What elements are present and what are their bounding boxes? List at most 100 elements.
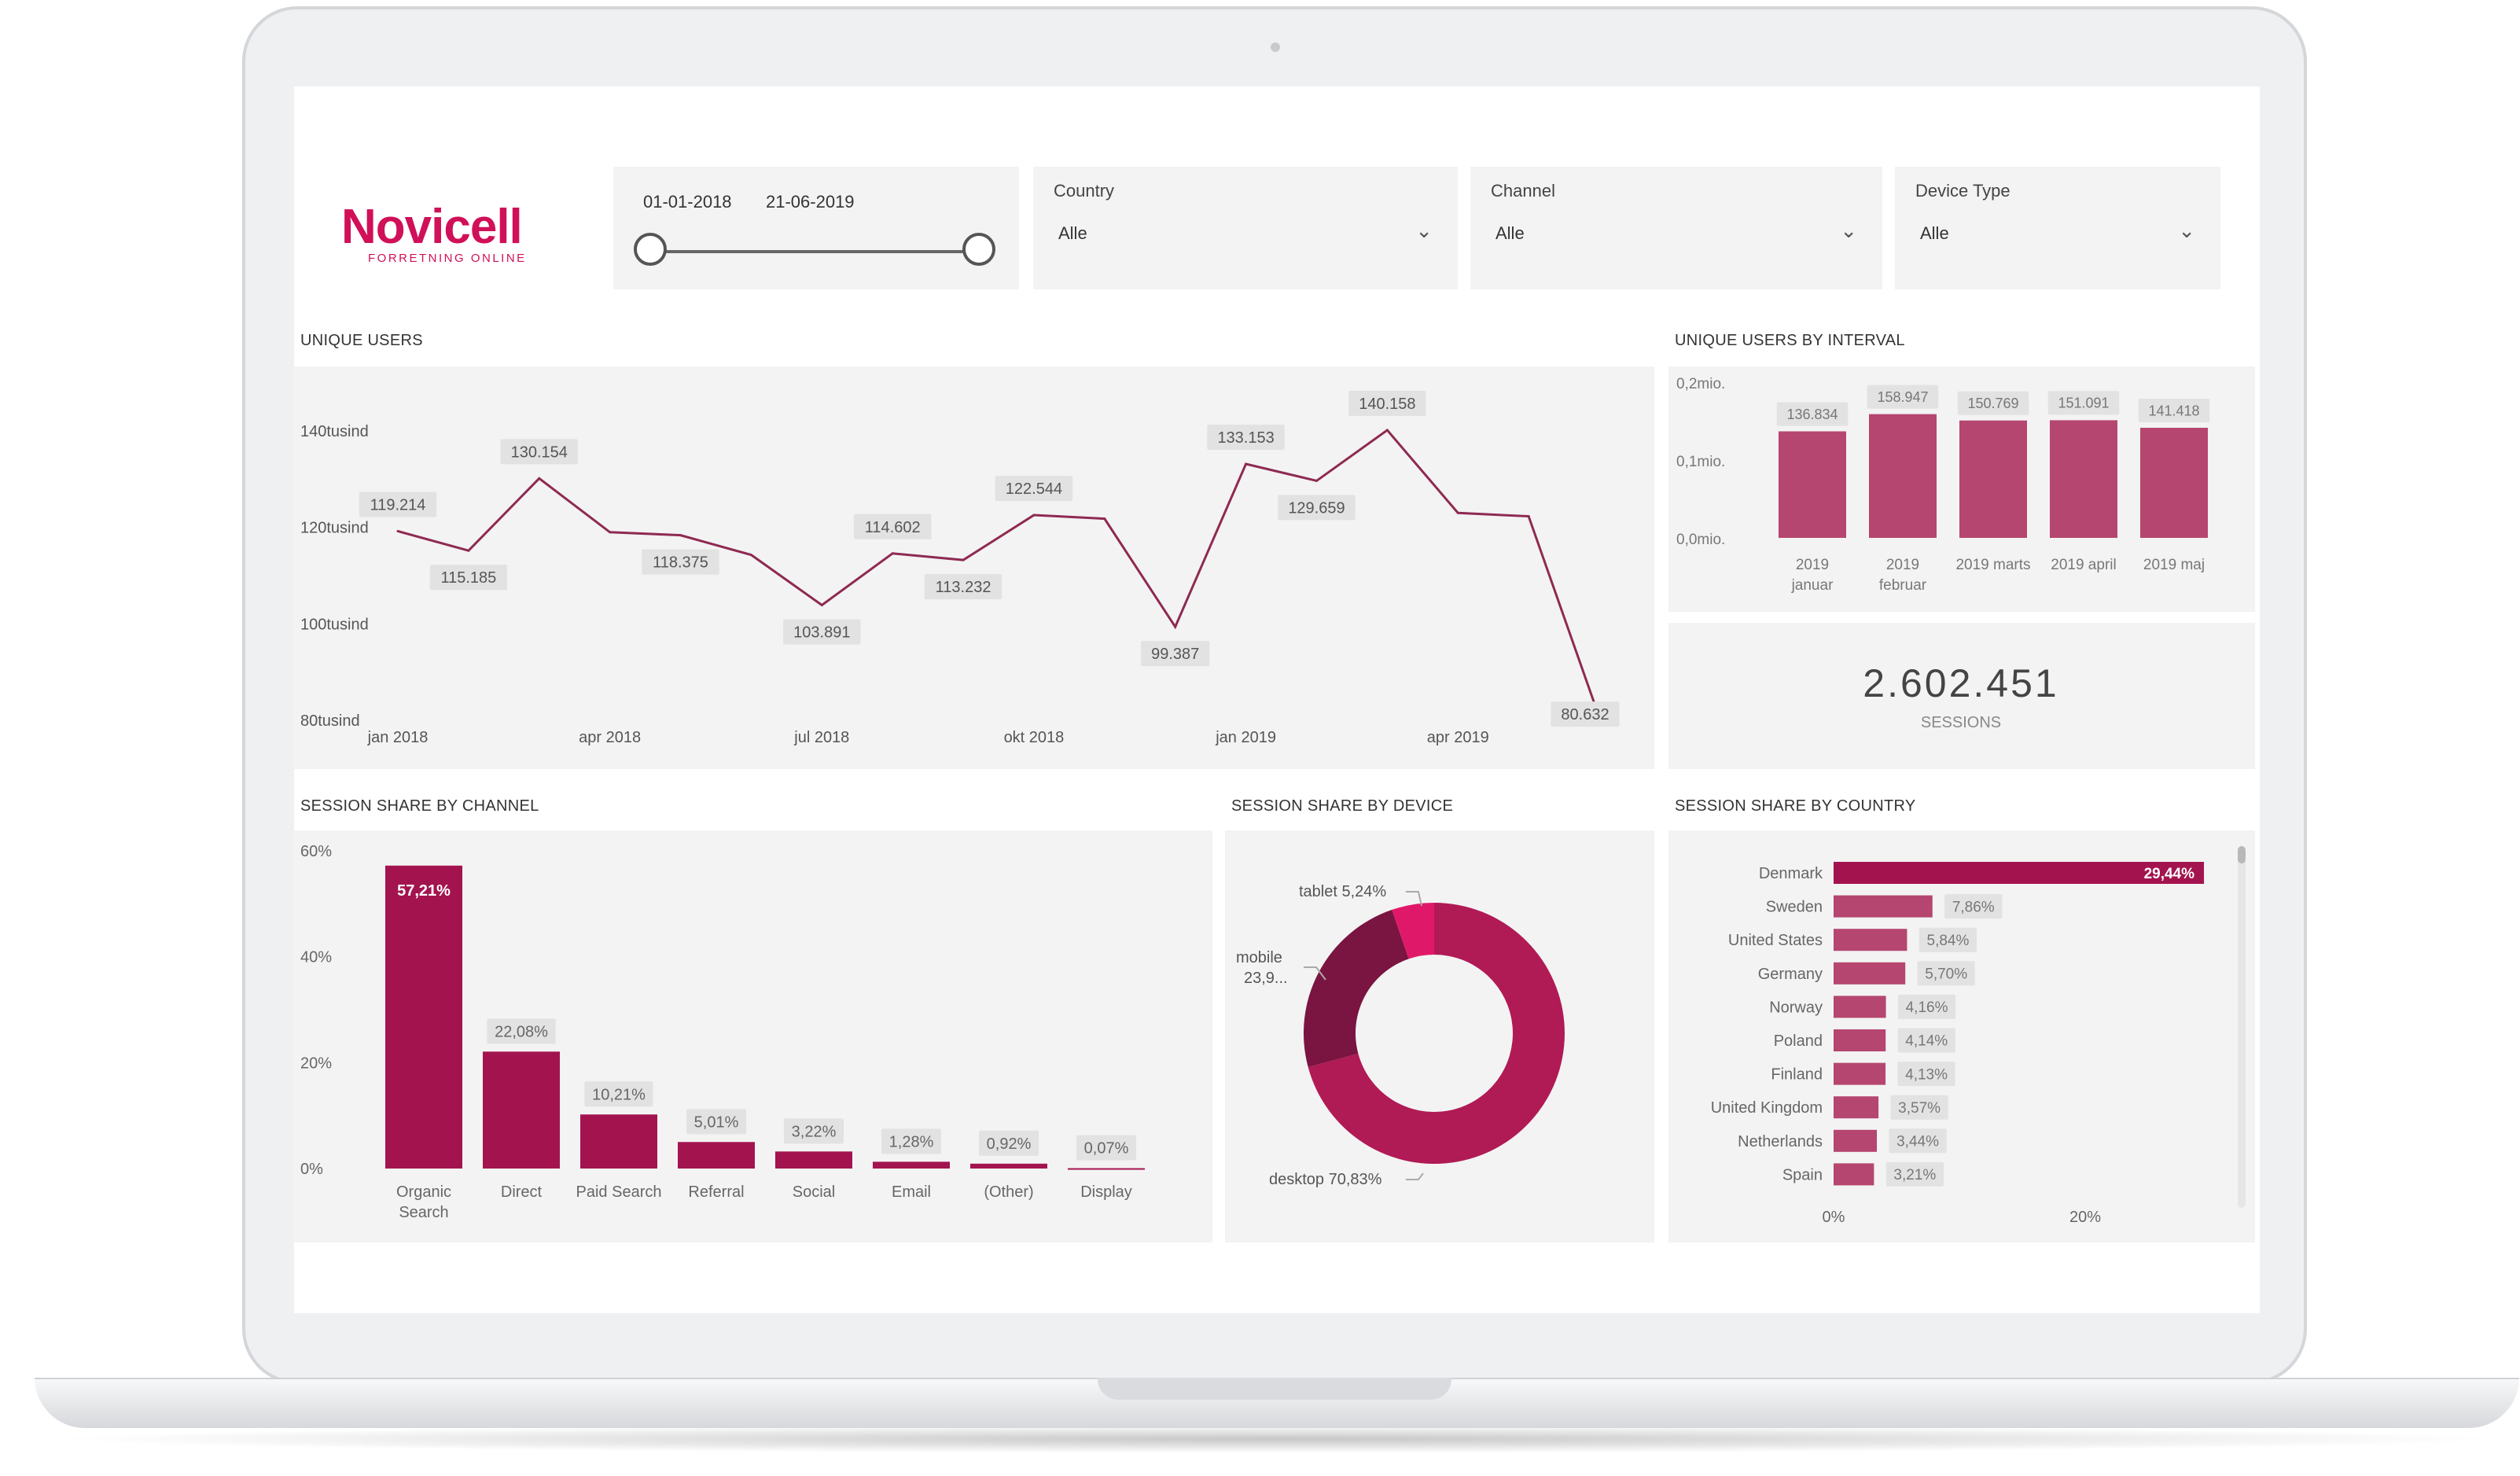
date-slider-track[interactable] <box>653 250 980 253</box>
bar-value-label: 5,84% <box>1927 933 1970 949</box>
y-tick-label: 120tusind <box>300 520 369 537</box>
bar-value-label: 4,13% <box>1905 1066 1948 1083</box>
category-label: 2019 marts <box>1955 557 2030 573</box>
device-type-dropdown[interactable]: Device Type Alle ⌄ <box>1895 167 2220 289</box>
x-tick-label: jan 2019 <box>1215 729 1276 746</box>
date-range-slicer[interactable]: 01-01-2018 21-06-2019 <box>613 167 1019 289</box>
country-label: United Kingdom <box>1711 1099 1823 1117</box>
bar-value-label: 0,07% <box>1084 1140 1129 1158</box>
date-end[interactable]: 21-06-2019 <box>766 192 855 212</box>
bar-value-label: 151.091 <box>2058 396 2109 411</box>
country-bar <box>1834 1029 1886 1051</box>
data-point <box>1032 513 1036 517</box>
sessions-value: 2.602.451 <box>1863 661 2059 705</box>
data-label: 113.232 <box>936 579 991 596</box>
device-type-label: Device Type <box>1915 181 2010 201</box>
bar-value-label: 4,16% <box>1906 999 1948 1016</box>
country-label: Sweden <box>1766 899 1823 916</box>
country-value[interactable]: Alle <box>1058 223 1087 244</box>
chevron-down-icon[interactable]: ⌄ <box>1840 219 1857 243</box>
bar-value-label: 57,21% <box>397 882 451 900</box>
data-label: 133.153 <box>1217 429 1274 447</box>
date-slider-start-handle[interactable] <box>634 233 667 266</box>
data-label: 80.632 <box>1561 706 1609 723</box>
channel-bar <box>678 1142 755 1169</box>
category-label: Direct <box>501 1183 543 1201</box>
category-label: 2019 <box>1796 557 1829 573</box>
date-start[interactable]: 01-01-2018 <box>643 192 732 212</box>
device-label: desktop 70,83% <box>1269 1171 1382 1188</box>
session-country-chart: Denmark 29,44% Sweden 7,86% United States 5,8… <box>1711 862 2205 1226</box>
bar-value-label: 158.947 <box>1877 389 1928 405</box>
x-tick-label: 20% <box>2069 1209 2101 1226</box>
channel-label: Channel <box>1491 181 1555 201</box>
data-label: 122.544 <box>1006 480 1062 498</box>
country-label: Netherlands <box>1738 1133 1823 1150</box>
category-label: 2019 april <box>2051 557 2116 573</box>
country-bar <box>1834 996 1886 1018</box>
bar-value-label: 3,44% <box>1896 1133 1939 1150</box>
channel-bar <box>1068 1168 1145 1170</box>
novicell-logo: Novicell FORRETNING ONLINE <box>341 203 527 266</box>
bar-value-label: 4,14% <box>1905 1033 1948 1050</box>
category-label: (Other) <box>984 1183 1033 1201</box>
bar-value-label: 5,01% <box>694 1113 739 1131</box>
data-point <box>1527 515 1530 518</box>
bar-value-label: 5,70% <box>1925 966 1967 982</box>
country-label: United States <box>1728 932 1823 949</box>
country-dropdown[interactable]: Country Alle ⌄ <box>1033 167 1458 289</box>
session-device-panel: desktop 70,83% mobile 23,9... tablet 5,24% <box>1225 830 1654 1242</box>
bar-value-label: 10,21% <box>592 1086 646 1103</box>
y-tick-label: 0,0mio. <box>1676 532 1725 548</box>
country-scrollbar-thumb[interactable] <box>2238 846 2246 863</box>
data-point <box>679 534 682 537</box>
chevron-down-icon[interactable]: ⌄ <box>2178 219 2195 243</box>
data-point <box>538 477 541 480</box>
session-device-donut: desktop 70,83% mobile 23,9... tablet 5,24% <box>1236 883 1565 1188</box>
bar-value-label: 1,28% <box>889 1133 934 1150</box>
donut-slice-mobile <box>1304 909 1409 1067</box>
channel-value[interactable]: Alle <box>1495 223 1525 244</box>
country-bar <box>1834 1096 1879 1119</box>
device-type-value[interactable]: Alle <box>1920 223 1949 244</box>
country-scrollbar[interactable] <box>2238 846 2246 1208</box>
bar-value-label: 22,08% <box>495 1023 548 1040</box>
y-tick-label: 20% <box>300 1055 332 1072</box>
bar-value-label: 3,22% <box>792 1123 837 1140</box>
unique-users-line-chart: 140tusind 120tusind 100tusind 80tusind jan 2… <box>300 391 1620 746</box>
bar-value-label: 150.769 <box>1967 396 2018 411</box>
session-device-title: SESSION SHARE BY DEVICE <box>1231 797 1454 815</box>
data-point <box>749 554 752 557</box>
country-label: Finland <box>1771 1066 1823 1084</box>
y-tick-label: 40% <box>300 949 332 966</box>
data-point <box>1103 517 1106 521</box>
chevron-down-icon[interactable]: ⌄ <box>1415 219 1433 243</box>
interval-bar <box>2050 420 2117 538</box>
session-channel-panel: 60% 40% 20% 0% 57,21% Organic Search 22,08% Dire… <box>294 830 1212 1242</box>
data-point <box>1456 511 1459 514</box>
kpi-card: 2.602.451 SESSIONS <box>1668 623 2255 769</box>
y-tick-label: 0% <box>300 1161 323 1178</box>
x-tick-label: apr 2019 <box>1427 729 1489 746</box>
channel-bar <box>483 1051 560 1169</box>
data-point <box>820 603 823 606</box>
session-channel-title: SESSION SHARE BY CHANNEL <box>300 797 539 815</box>
unique-users-line <box>397 429 1601 718</box>
country-label: Norway <box>1769 999 1823 1016</box>
webcam <box>1271 42 1280 52</box>
y-tick-label: 0,1mio. <box>1676 454 1725 470</box>
date-slider-end-handle[interactable] <box>962 233 995 266</box>
bar-value-label: 136.834 <box>1786 407 1838 422</box>
category-label: Organic <box>396 1183 451 1201</box>
channel-dropdown[interactable]: Channel Alle ⌄ <box>1470 167 1882 289</box>
data-point <box>1245 462 1248 466</box>
session-channel-chart: 60% 40% 20% 0% 57,21% Organic Search 22,08% Dire… <box>300 843 1145 1221</box>
laptop-notch <box>1098 1378 1451 1400</box>
category-label: 2019 maj <box>2143 557 2205 573</box>
bar-value-label: 141.418 <box>2148 403 2199 418</box>
country-bar <box>1834 1129 1878 1152</box>
x-tick-label: jan 2018 <box>367 729 429 746</box>
bar-value-label: 3,57% <box>1898 1100 1941 1117</box>
bar-value-label: 0,92% <box>987 1136 1032 1153</box>
data-point <box>962 558 965 561</box>
